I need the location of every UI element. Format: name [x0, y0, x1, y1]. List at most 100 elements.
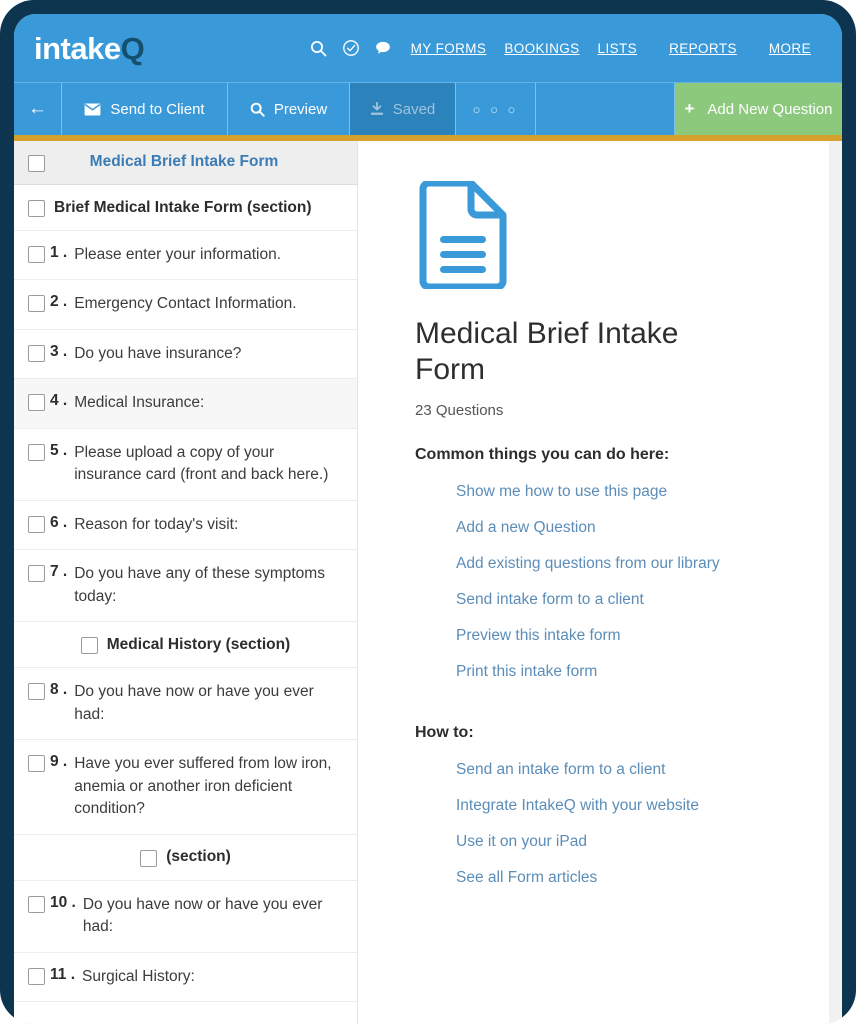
nav-link-my-forms[interactable]: MY FORMS	[402, 41, 496, 56]
sidebar-question-row[interactable]: 6 . Reason for today's visit:	[14, 501, 357, 551]
question-checkbox[interactable]	[28, 895, 45, 913]
question-checkbox[interactable]	[28, 344, 45, 362]
sidebar-question-row[interactable]: 1 . Please enter your information.	[14, 231, 357, 281]
howto-link-2[interactable]: Use it on your iPad	[415, 824, 587, 860]
form-toolbar: ← Send to Client Preview Saved ○ ○ ○ + A…	[14, 82, 842, 135]
add-new-question-button[interactable]: + Add New Question	[675, 83, 842, 135]
question-checkbox[interactable]	[28, 246, 45, 263]
question-number: 7 .	[50, 563, 68, 581]
toolbar-spacer	[536, 83, 675, 135]
list-item: Preview this intake form	[415, 618, 842, 654]
common-action-link-2[interactable]: Add existing questions from our library	[415, 546, 720, 582]
sidebar-section-row[interactable]: Brief Medical Intake Form (section)	[14, 185, 357, 231]
howto-link-1[interactable]: Integrate IntakeQ with your website	[415, 788, 699, 824]
question-checkbox[interactable]	[28, 515, 45, 533]
plus-icon: +	[684, 99, 695, 118]
common-action-link-4[interactable]: Preview this intake form	[415, 618, 621, 654]
sidebar-section-row[interactable]: Medical History (section)	[14, 622, 357, 669]
howto-link-0[interactable]: Send an intake form to a client	[415, 752, 665, 788]
nav-link-bookings[interactable]: BOOKINGS	[495, 41, 588, 56]
logo-text-primary: intake	[34, 30, 121, 66]
question-text: Reason for today's visit:	[74, 515, 239, 533]
howto-list: Send an intake form to a client Integrate…	[415, 752, 842, 896]
page-title: Medical Brief Intake Form	[415, 317, 679, 386]
preview-button[interactable]: Preview	[228, 83, 350, 135]
question-list-sidebar: Medical Brief Intake Form Brief Medical …	[14, 141, 358, 1024]
question-text: Have you ever suffered from low iron, an…	[74, 755, 332, 818]
sidebar-question-row[interactable]: 7 . Do you have any of these symptoms tod…	[14, 550, 357, 623]
nav-link-reports[interactable]: REPORTS	[660, 41, 746, 56]
app-screen: intakeQ MY FORMS BOOKINGS LISTS REPORTS …	[14, 14, 842, 1024]
sidebar-question-row[interactable]: 11 . Surgical History:	[14, 953, 357, 1002]
section-checkbox[interactable]	[80, 637, 98, 655]
list-item: Add a new Question	[415, 510, 842, 546]
envelope-icon	[84, 102, 101, 116]
saved-button: Saved	[350, 83, 456, 135]
question-text: Do you have any of these symptoms today:	[74, 565, 325, 605]
back-button[interactable]: ←	[14, 83, 62, 135]
question-checkbox[interactable]	[28, 967, 45, 985]
howto-link-3[interactable]: See all Form articles	[415, 860, 597, 896]
list-item: Send intake form to a client	[415, 582, 842, 618]
question-number: 6 .	[50, 513, 68, 531]
common-action-link-0[interactable]: Show me how to use this page	[415, 474, 667, 510]
question-text: Surgical History:	[82, 967, 195, 985]
search-icon	[250, 102, 265, 117]
chat-bubble-icon[interactable]	[370, 35, 396, 61]
save-download-icon	[370, 102, 384, 116]
page-content: Medical Brief Intake Form Brief Medical …	[14, 141, 842, 1024]
common-action-link-1[interactable]: Add a new Question	[415, 510, 596, 546]
list-item: Print this intake form	[415, 654, 842, 690]
question-checkbox[interactable]	[28, 443, 45, 461]
question-number: 2 .	[50, 293, 68, 311]
nav-link-lists[interactable]: LISTS	[589, 41, 647, 56]
nav-zone: MY FORMS BOOKINGS LISTS REPORTS MORE	[306, 14, 842, 82]
more-options-button[interactable]: ○ ○ ○	[456, 83, 536, 135]
question-checkbox[interactable]	[28, 565, 45, 583]
sidebar-question-row[interactable]: 3 . Do you have insurance?	[14, 330, 357, 380]
search-icon[interactable]	[306, 35, 332, 61]
question-rows: Brief Medical Intake Form (section) 1 . Pl…	[14, 185, 357, 1002]
question-number: 1 .	[50, 244, 68, 261]
section-label: Brief Medical Intake Form (section)	[54, 198, 312, 216]
device-bezel: intakeQ MY FORMS BOOKINGS LISTS REPORTS …	[0, 0, 856, 1024]
question-number: 11 .	[50, 965, 75, 983]
question-checkbox[interactable]	[28, 394, 45, 412]
sidebar-question-row[interactable]: 9 . Have you ever suffered from low iron,…	[14, 740, 357, 835]
sidebar-question-row[interactable]: 2 . Emergency Contact Information.	[14, 280, 357, 330]
select-all-checkbox[interactable]	[28, 155, 45, 172]
section-checkbox[interactable]	[28, 200, 45, 217]
sidebar-question-row[interactable]: 4 . Medical Insurance:	[14, 379, 357, 429]
ellipsis-icon: ○ ○ ○	[472, 101, 519, 117]
question-checkbox[interactable]	[28, 683, 45, 701]
question-checkbox[interactable]	[28, 755, 45, 773]
section-label-wrap: Medical History (section)	[28, 635, 343, 655]
intakeq-logo[interactable]: intakeQ	[34, 30, 145, 66]
sidebar-header-row[interactable]: Medical Brief Intake Form	[14, 141, 357, 185]
question-text: Do you have now or have you ever had:	[82, 895, 323, 936]
nav-link-more[interactable]: MORE	[760, 41, 820, 56]
question-number: 3 .	[50, 342, 68, 360]
list-item: Integrate IntakeQ with your website	[415, 788, 842, 824]
list-item: See all Form articles	[415, 860, 842, 896]
howto-heading: How to:	[415, 724, 474, 741]
section-checkbox[interactable]	[140, 849, 158, 867]
question-checkbox[interactable]	[28, 295, 45, 313]
send-to-client-button[interactable]: Send to Client	[62, 83, 228, 135]
question-text: Emergency Contact Information.	[74, 295, 297, 313]
vertical-scrollbar[interactable]	[829, 141, 842, 1024]
common-action-link-3[interactable]: Send intake form to a client	[415, 582, 644, 618]
check-circle-icon[interactable]	[338, 35, 364, 61]
sidebar-question-row[interactable]: 10 . Do you have now or have you ever had…	[14, 881, 357, 953]
sidebar-question-row[interactable]: 8 . Do you have now or have you ever had:	[14, 668, 357, 741]
preview-label: Preview	[273, 100, 328, 118]
section-label: Medical History (section)	[106, 635, 291, 653]
question-text: Do you have insurance?	[74, 344, 242, 362]
section-label-wrap: Brief Medical Intake Form (section)	[28, 198, 343, 217]
question-text: Please enter your information.	[74, 246, 282, 263]
common-action-link-5[interactable]: Print this intake form	[415, 654, 597, 690]
question-number: 9 .	[50, 753, 68, 771]
sidebar-question-row[interactable]: 5 . Please upload a copy of your insuranc…	[14, 429, 357, 501]
list-item: Add existing questions from our library	[415, 546, 842, 582]
sidebar-section-row[interactable]: (section)	[14, 835, 357, 881]
